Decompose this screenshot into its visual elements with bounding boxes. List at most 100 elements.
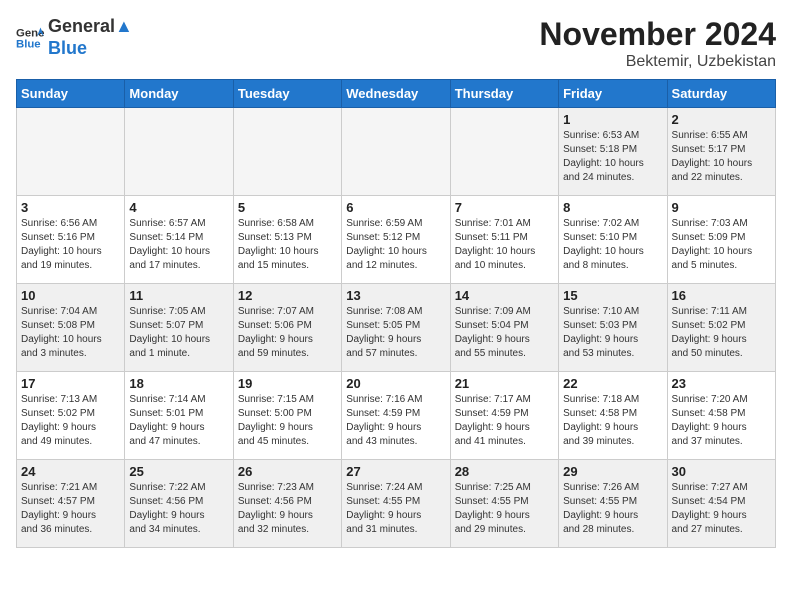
day-number: 7 xyxy=(455,200,554,215)
day-info: Sunrise: 7:22 AM Sunset: 4:56 PM Dayligh… xyxy=(129,481,228,537)
day-number: 21 xyxy=(455,376,554,391)
day-info: Sunrise: 7:08 AM Sunset: 5:05 PM Dayligh… xyxy=(346,305,445,361)
day-number: 23 xyxy=(672,376,771,391)
calendar-cell: 24 Sunrise: 7:21 AM Sunset: 4:57 PM Dayli… xyxy=(17,460,125,548)
page-header: General Blue General▲ Blue November 2024… xyxy=(16,16,776,71)
day-info: Sunrise: 7:04 AM Sunset: 5:08 PM Dayligh… xyxy=(21,305,120,361)
day-number: 11 xyxy=(129,288,228,303)
calendar-cell: 27Sunrise: 7:24 AM Sunset: 4:55 PM Dayli… xyxy=(342,460,450,548)
calendar-cell: 20 Sunrise: 7:16 AM Sunset: 4:59 PM Dayli… xyxy=(342,372,450,460)
calendar-cell: 17 Sunrise: 7:13 AM Sunset: 5:02 PM Dayli… xyxy=(17,372,125,460)
title-block: November 2024 Bektemir, Uzbekistan xyxy=(539,16,776,71)
day-info: Sunrise: 7:25 AM Sunset: 4:55 PM Dayligh… xyxy=(455,481,554,537)
calendar-cell: 9Sunrise: 7:03 AM Sunset: 5:09 PM Daylig… xyxy=(667,196,775,284)
calendar-cell: 10Sunrise: 7:04 AM Sunset: 5:08 PM Dayli… xyxy=(17,284,125,372)
day-number: 13 xyxy=(346,288,445,303)
day-info: Sunrise: 6:56 AM Sunset: 5:16 PM Dayligh… xyxy=(21,217,120,273)
calendar-cell: 8 Sunrise: 7:02 AM Sunset: 5:10 PM Daylig… xyxy=(559,196,667,284)
day-number: 27 xyxy=(346,464,445,479)
calendar-cell: 18 Sunrise: 7:14 AM Sunset: 5:01 PM Dayli… xyxy=(125,372,233,460)
logo-general-text: General▲ xyxy=(48,16,133,38)
header-cell-wednesday: Wednesday xyxy=(342,80,450,108)
header-cell-thursday: Thursday xyxy=(450,80,558,108)
header-cell-friday: Friday xyxy=(559,80,667,108)
day-number: 1 xyxy=(563,112,662,127)
day-info: Sunrise: 6:55 AM Sunset: 5:17 PM Dayligh… xyxy=(672,129,771,185)
day-number: 16 xyxy=(672,288,771,303)
day-number: 19 xyxy=(238,376,337,391)
day-number: 22 xyxy=(563,376,662,391)
calendar-cell xyxy=(233,108,341,196)
day-number: 12 xyxy=(238,288,337,303)
calendar-cell: 6 Sunrise: 6:59 AM Sunset: 5:12 PM Daylig… xyxy=(342,196,450,284)
day-info: Sunrise: 6:57 AM Sunset: 5:14 PM Dayligh… xyxy=(129,217,228,273)
day-number: 29 xyxy=(563,464,662,479)
calendar-cell: 28 Sunrise: 7:25 AM Sunset: 4:55 PM Dayli… xyxy=(450,460,558,548)
week-row-5: 24 Sunrise: 7:21 AM Sunset: 4:57 PM Dayli… xyxy=(17,460,776,548)
day-info: Sunrise: 7:17 AM Sunset: 4:59 PM Dayligh… xyxy=(455,393,554,449)
logo-blue-text: Blue xyxy=(48,38,133,60)
day-number: 28 xyxy=(455,464,554,479)
calendar-cell: 21 Sunrise: 7:17 AM Sunset: 4:59 PM Dayli… xyxy=(450,372,558,460)
day-number: 30 xyxy=(672,464,771,479)
calendar-cell: 2Sunrise: 6:55 AM Sunset: 5:17 PM Daylig… xyxy=(667,108,775,196)
day-number: 20 xyxy=(346,376,445,391)
day-info: Sunrise: 7:02 AM Sunset: 5:10 PM Dayligh… xyxy=(563,217,662,273)
day-info: Sunrise: 6:59 AM Sunset: 5:12 PM Dayligh… xyxy=(346,217,445,273)
header-cell-tuesday: Tuesday xyxy=(233,80,341,108)
svg-text:Blue: Blue xyxy=(16,38,41,50)
day-info: Sunrise: 7:27 AM Sunset: 4:54 PM Dayligh… xyxy=(672,481,771,537)
calendar-cell: 11 Sunrise: 7:05 AM Sunset: 5:07 PM Dayli… xyxy=(125,284,233,372)
week-row-3: 10Sunrise: 7:04 AM Sunset: 5:08 PM Dayli… xyxy=(17,284,776,372)
calendar-cell: 19 Sunrise: 7:15 AM Sunset: 5:00 PM Dayli… xyxy=(233,372,341,460)
calendar-cell: 30 Sunrise: 7:27 AM Sunset: 4:54 PM Dayli… xyxy=(667,460,775,548)
day-info: Sunrise: 7:15 AM Sunset: 5:00 PM Dayligh… xyxy=(238,393,337,449)
day-info: Sunrise: 7:05 AM Sunset: 5:07 PM Dayligh… xyxy=(129,305,228,361)
calendar-cell: 23 Sunrise: 7:20 AM Sunset: 4:58 PM Dayli… xyxy=(667,372,775,460)
day-info: Sunrise: 6:58 AM Sunset: 5:13 PM Dayligh… xyxy=(238,217,337,273)
calendar-cell xyxy=(342,108,450,196)
calendar-cell xyxy=(450,108,558,196)
day-info: Sunrise: 7:13 AM Sunset: 5:02 PM Dayligh… xyxy=(21,393,120,449)
day-info: Sunrise: 7:16 AM Sunset: 4:59 PM Dayligh… xyxy=(346,393,445,449)
location: Bektemir, Uzbekistan xyxy=(539,53,776,71)
day-info: Sunrise: 7:20 AM Sunset: 4:58 PM Dayligh… xyxy=(672,393,771,449)
day-number: 24 xyxy=(21,464,120,479)
day-number: 25 xyxy=(129,464,228,479)
month-title: November 2024 xyxy=(539,16,776,53)
day-number: 17 xyxy=(21,376,120,391)
day-info: Sunrise: 7:03 AM Sunset: 5:09 PM Dayligh… xyxy=(672,217,771,273)
calendar-cell: 4 Sunrise: 6:57 AM Sunset: 5:14 PM Daylig… xyxy=(125,196,233,284)
calendar-cell: 22Sunrise: 7:18 AM Sunset: 4:58 PM Dayli… xyxy=(559,372,667,460)
calendar-table: SundayMondayTuesdayWednesdayThursdayFrid… xyxy=(16,79,776,548)
calendar-cell: 5 Sunrise: 6:58 AM Sunset: 5:13 PM Daylig… xyxy=(233,196,341,284)
header-cell-monday: Monday xyxy=(125,80,233,108)
day-info: Sunrise: 7:23 AM Sunset: 4:56 PM Dayligh… xyxy=(238,481,337,537)
logo-icon: General Blue xyxy=(16,24,44,52)
day-number: 8 xyxy=(563,200,662,215)
day-info: Sunrise: 7:14 AM Sunset: 5:01 PM Dayligh… xyxy=(129,393,228,449)
day-info: Sunrise: 7:09 AM Sunset: 5:04 PM Dayligh… xyxy=(455,305,554,361)
calendar-cell: 3Sunrise: 6:56 AM Sunset: 5:16 PM Daylig… xyxy=(17,196,125,284)
week-row-4: 17 Sunrise: 7:13 AM Sunset: 5:02 PM Dayli… xyxy=(17,372,776,460)
week-row-2: 3Sunrise: 6:56 AM Sunset: 5:16 PM Daylig… xyxy=(17,196,776,284)
day-info: Sunrise: 7:01 AM Sunset: 5:11 PM Dayligh… xyxy=(455,217,554,273)
calendar-cell: 26Sunrise: 7:23 AM Sunset: 4:56 PM Dayli… xyxy=(233,460,341,548)
calendar-cell: 29 Sunrise: 7:26 AM Sunset: 4:55 PM Dayli… xyxy=(559,460,667,548)
calendar-cell: 14Sunrise: 7:09 AM Sunset: 5:04 PM Dayli… xyxy=(450,284,558,372)
calendar-cell: 7 Sunrise: 7:01 AM Sunset: 5:11 PM Daylig… xyxy=(450,196,558,284)
week-row-1: 1Sunrise: 6:53 AM Sunset: 5:18 PM Daylig… xyxy=(17,108,776,196)
day-number: 4 xyxy=(129,200,228,215)
day-number: 15 xyxy=(563,288,662,303)
calendar-cell: 1Sunrise: 6:53 AM Sunset: 5:18 PM Daylig… xyxy=(559,108,667,196)
day-info: Sunrise: 7:11 AM Sunset: 5:02 PM Dayligh… xyxy=(672,305,771,361)
day-info: Sunrise: 7:26 AM Sunset: 4:55 PM Dayligh… xyxy=(563,481,662,537)
day-number: 18 xyxy=(129,376,228,391)
calendar-cell: 12Sunrise: 7:07 AM Sunset: 5:06 PM Dayli… xyxy=(233,284,341,372)
day-number: 6 xyxy=(346,200,445,215)
calendar-cell xyxy=(125,108,233,196)
day-info: Sunrise: 7:21 AM Sunset: 4:57 PM Dayligh… xyxy=(21,481,120,537)
header-cell-sunday: Sunday xyxy=(17,80,125,108)
logo: General Blue General▲ Blue xyxy=(16,16,133,59)
day-number: 5 xyxy=(238,200,337,215)
